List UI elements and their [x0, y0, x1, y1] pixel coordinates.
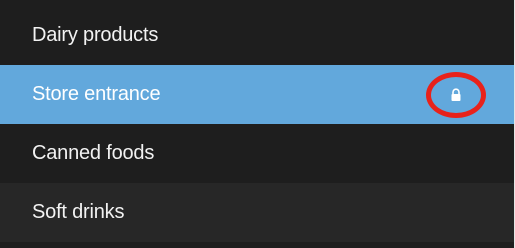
list-item-label: Soft drinks [32, 201, 125, 223]
category-list: Dairy products Store entrance Canned foo… [0, 6, 514, 242]
list-item-label: Store entrance [32, 83, 161, 105]
list-item-canned-foods[interactable]: Canned foods [0, 124, 514, 183]
lock-icon [451, 87, 461, 101]
list-item-store-entrance[interactable]: Store entrance [0, 65, 514, 124]
list-item-soft-drinks[interactable]: Soft drinks [0, 183, 514, 242]
lock-indicator[interactable] [426, 71, 486, 118]
list-item-label: Canned foods [32, 142, 155, 164]
list-item-label: Dairy products [32, 24, 159, 46]
list-item-dairy-products[interactable]: Dairy products [0, 6, 514, 65]
category-list-panel: Dairy products Store entrance Canned foo… [0, 0, 515, 248]
